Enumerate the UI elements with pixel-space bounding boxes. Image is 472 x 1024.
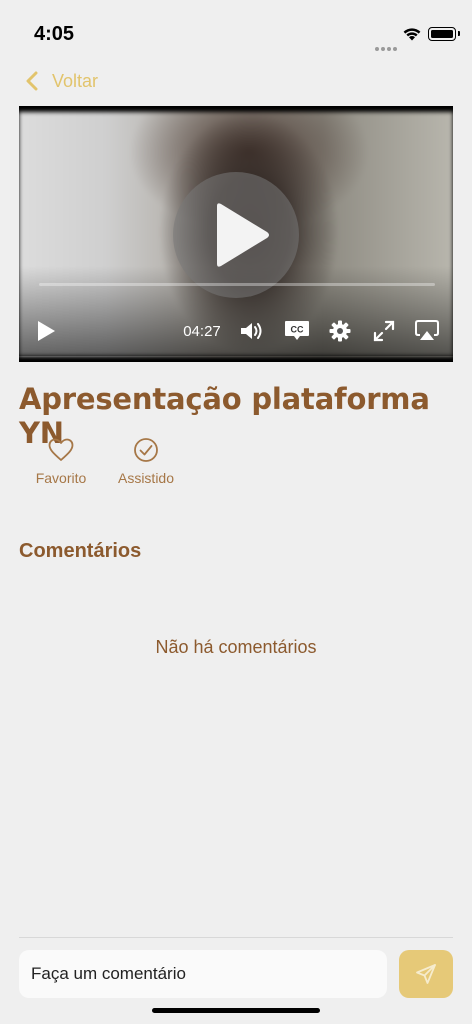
video-controls: 04:27 CC — [19, 314, 453, 348]
divider — [19, 937, 453, 938]
back-label: Voltar — [52, 70, 99, 91]
send-button[interactable] — [399, 950, 453, 998]
big-play-button[interactable] — [173, 172, 299, 298]
back-button[interactable]: Voltar — [26, 68, 98, 94]
captions-button[interactable]: CC — [283, 314, 311, 348]
send-icon — [416, 964, 436, 984]
volume-button[interactable] — [239, 314, 267, 348]
chevron-left-icon — [26, 71, 38, 91]
settings-button[interactable] — [327, 314, 353, 348]
comment-input[interactable] — [19, 950, 387, 998]
gear-icon — [329, 320, 351, 342]
home-indicator — [152, 1008, 320, 1013]
fullscreen-button[interactable] — [371, 314, 397, 348]
status-time: 4:05 — [34, 23, 75, 45]
svg-text:CC: CC — [291, 325, 304, 335]
captions-icon: CC — [285, 321, 309, 340]
no-comments-message: Não há comentários — [155, 637, 317, 657]
comments-heading: Comentários — [19, 540, 142, 562]
favorite-label: Favorito — [35, 470, 87, 486]
video-duration: 04:27 — [183, 322, 221, 340]
video-progress-bar[interactable] — [39, 283, 435, 286]
watched-label: Assistido — [117, 470, 175, 486]
heart-icon — [48, 438, 74, 461]
play-button[interactable] — [33, 314, 59, 348]
battery-icon — [428, 27, 460, 41]
airplay-icon — [415, 320, 439, 340]
airplay-button[interactable] — [413, 314, 441, 348]
wifi-icon — [403, 28, 421, 41]
check-circle-icon — [134, 438, 158, 462]
watched-button[interactable]: Assistido — [101, 436, 191, 486]
signal-dots-icon — [375, 38, 399, 56]
favorite-button[interactable]: Favorito — [16, 436, 106, 486]
video-player[interactable]: 04:27 CC — [19, 106, 453, 362]
play-small-icon — [38, 321, 55, 341]
volume-icon — [241, 323, 262, 339]
fullscreen-icon — [373, 320, 395, 342]
status-bar: 4:05 — [0, 0, 472, 60]
play-icon — [217, 203, 269, 267]
